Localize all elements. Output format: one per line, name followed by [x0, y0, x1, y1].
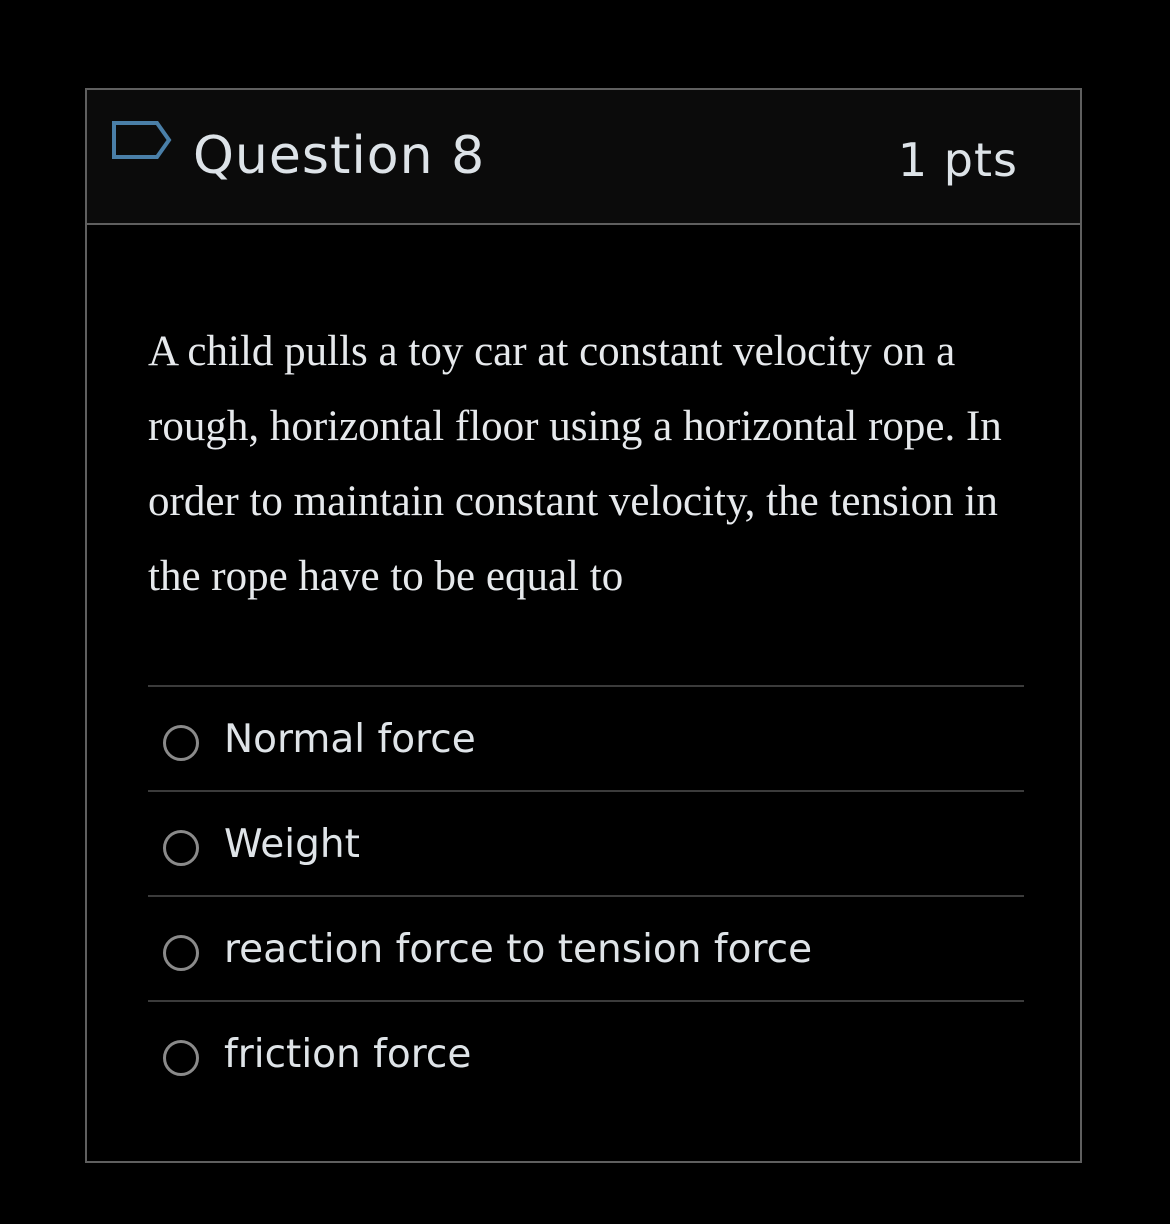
question-title: Question 8	[193, 126, 486, 186]
answer-option[interactable]: friction force	[148, 1002, 1024, 1105]
answer-label[interactable]: reaction force to tension force	[224, 925, 812, 975]
answer-option[interactable]: Weight	[148, 792, 1024, 897]
radio-button-icon[interactable]	[163, 1040, 199, 1076]
question-text: A child pulls a toy car at constant velo…	[148, 328, 1002, 600]
answer-label[interactable]: Normal force	[224, 715, 476, 765]
radio-button-icon[interactable]	[163, 725, 199, 761]
answer-list: Normal force Weight reaction force to te…	[148, 685, 1024, 1105]
answer-option[interactable]: reaction force to tension force	[148, 897, 1024, 1002]
radio-button-icon[interactable]	[163, 830, 199, 866]
flag-question-icon[interactable]	[111, 120, 173, 172]
radio-button-icon[interactable]	[163, 935, 199, 971]
answer-label[interactable]: friction force	[224, 1030, 471, 1080]
answer-label[interactable]: Weight	[224, 820, 360, 870]
question-header: Question 8 1 pts	[87, 90, 1080, 225]
question-card: Question 8 1 pts A child pulls a toy car…	[85, 88, 1082, 1163]
answer-option[interactable]: Normal force	[148, 687, 1024, 792]
question-points: 1 pts	[897, 133, 1018, 187]
